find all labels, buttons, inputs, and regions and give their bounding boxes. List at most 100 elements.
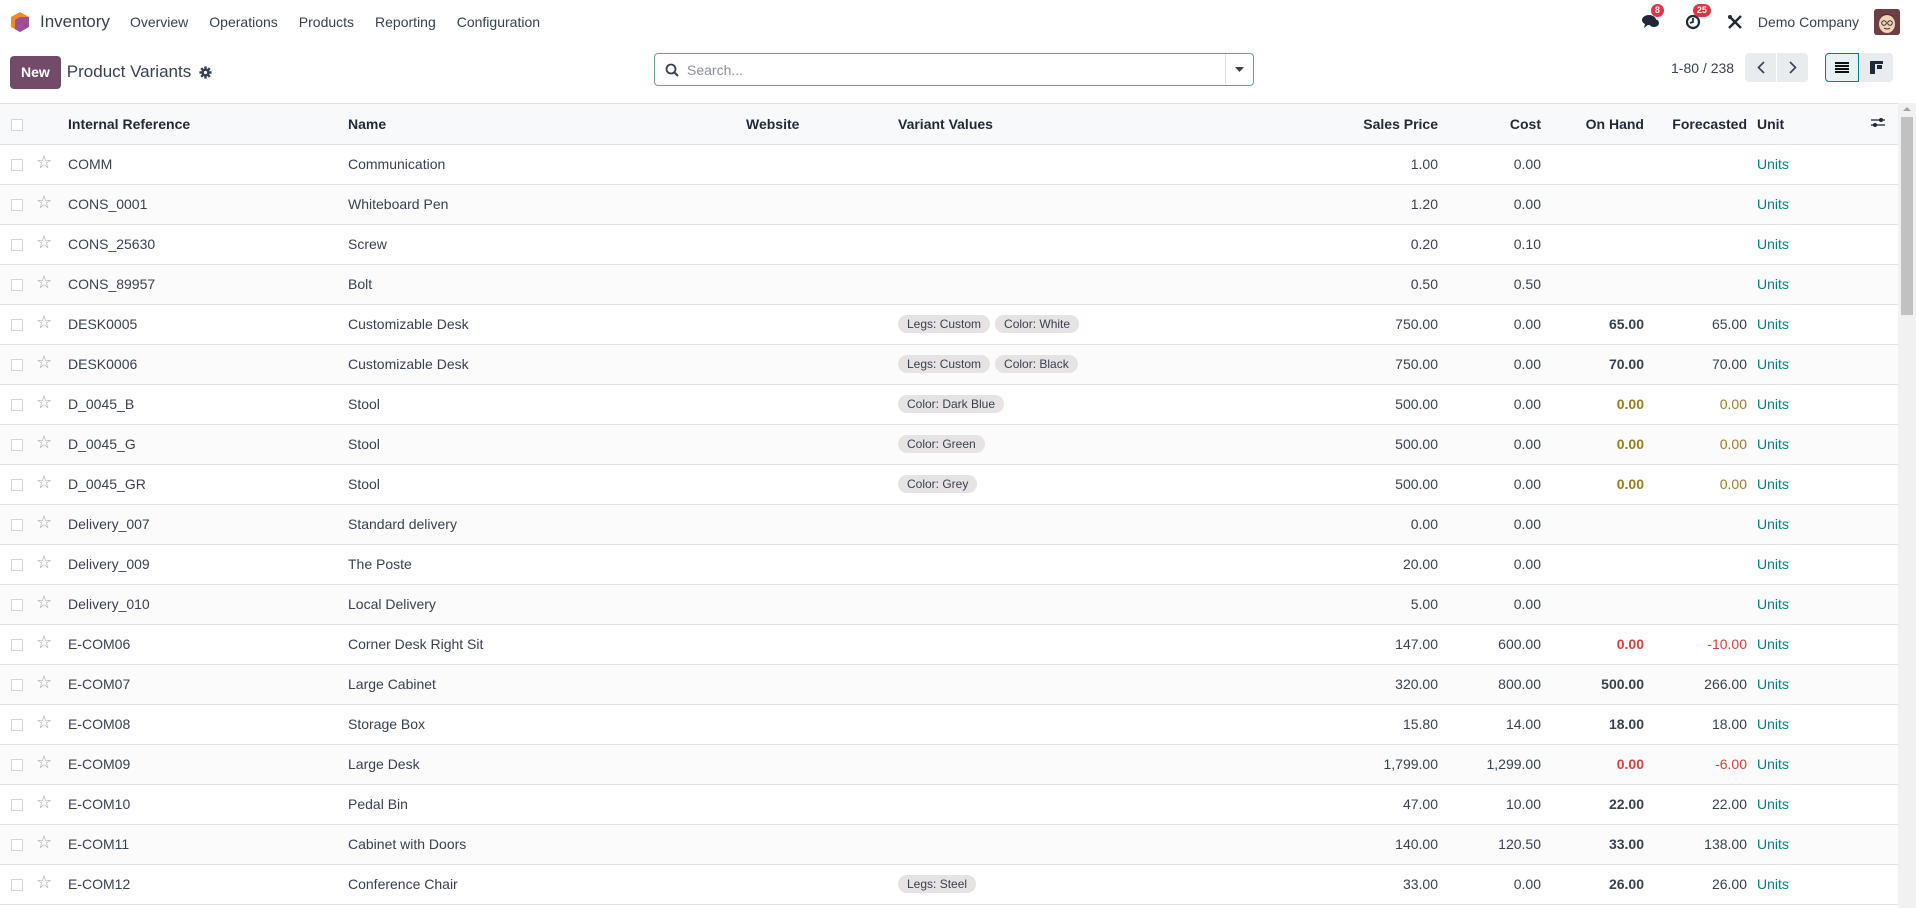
cell-unit-link[interactable]: Units	[1757, 316, 1789, 332]
favorite-star-icon[interactable]: ☆	[36, 152, 52, 173]
optional-columns-toggle[interactable]	[1871, 116, 1885, 129]
table-row[interactable]: ☆ CONS_25630 Screw 0.20 0.10 Units	[0, 224, 1898, 265]
row-checkbox[interactable]	[11, 639, 23, 652]
column-header-internal-reference[interactable]: Internal Reference	[68, 104, 348, 145]
vertical-scrollbar[interactable]	[1898, 103, 1916, 908]
favorite-star-icon[interactable]: ☆	[36, 632, 52, 653]
cell-unit-link[interactable]: Units	[1757, 756, 1789, 772]
search-options-toggle[interactable]	[1225, 54, 1253, 85]
menu-operations[interactable]: Operations	[209, 14, 277, 30]
favorite-star-icon[interactable]: ☆	[36, 672, 52, 693]
row-checkbox[interactable]	[11, 399, 23, 412]
column-header-cost[interactable]: Cost	[1438, 104, 1541, 145]
kanban-view-button[interactable]	[1859, 53, 1893, 82]
column-header-name[interactable]: Name	[348, 104, 746, 145]
new-button[interactable]: New	[10, 55, 61, 89]
row-checkbox[interactable]	[11, 799, 23, 812]
table-row[interactable]: ☆ COMM Communication 1.00 0.00 Units	[0, 144, 1898, 185]
table-row[interactable]: ☆ E-COM10 Pedal Bin 47.00 10.00 22.00 22…	[0, 784, 1898, 825]
favorite-star-icon[interactable]: ☆	[36, 872, 52, 893]
row-checkbox[interactable]	[11, 239, 23, 252]
favorite-star-icon[interactable]: ☆	[36, 752, 52, 773]
table-row[interactable]: ☆ D_0045_B Stool Color: Dark Blue 500.00…	[0, 384, 1898, 425]
table-row[interactable]: ☆ CONS_89957 Bolt 0.50 0.50 Units	[0, 264, 1898, 305]
table-row[interactable]: ☆ Delivery_007 Standard delivery 0.00 0.…	[0, 504, 1898, 545]
favorite-star-icon[interactable]: ☆	[36, 352, 52, 373]
column-header-sales-price[interactable]: Sales Price	[1212, 104, 1438, 145]
table-row[interactable]: ☆ DESK0006 Customizable Desk Legs: Custo…	[0, 344, 1898, 385]
cell-unit-link[interactable]: Units	[1757, 156, 1789, 172]
user-avatar[interactable]	[1874, 9, 1900, 35]
favorite-star-icon[interactable]: ☆	[36, 792, 52, 813]
company-switcher[interactable]: Demo Company	[1758, 14, 1859, 30]
row-checkbox[interactable]	[11, 599, 23, 612]
row-checkbox[interactable]	[11, 199, 23, 212]
row-checkbox[interactable]	[11, 439, 23, 452]
favorite-star-icon[interactable]: ☆	[36, 512, 52, 533]
favorite-star-icon[interactable]: ☆	[36, 712, 52, 733]
row-checkbox[interactable]	[11, 359, 23, 372]
column-header-website[interactable]: Website	[746, 104, 898, 145]
pager-previous-button[interactable]	[1745, 53, 1776, 82]
menu-configuration[interactable]: Configuration	[457, 14, 540, 30]
cell-unit-link[interactable]: Units	[1757, 236, 1789, 252]
table-row[interactable]: ☆ Delivery_009 The Poste 20.00 0.00 Unit…	[0, 544, 1898, 585]
row-checkbox[interactable]	[11, 839, 23, 852]
table-row[interactable]: ☆ CONS_0001 Whiteboard Pen 1.20 0.00 Uni…	[0, 184, 1898, 225]
row-checkbox[interactable]	[11, 279, 23, 292]
row-checkbox[interactable]	[11, 159, 23, 172]
cell-unit-link[interactable]: Units	[1757, 396, 1789, 412]
table-row[interactable]: ☆ E-COM07 Large Cabinet 320.00 800.00 50…	[0, 664, 1898, 705]
scroll-up-arrow-icon[interactable]	[1903, 107, 1911, 111]
cell-unit-link[interactable]: Units	[1757, 356, 1789, 372]
favorite-star-icon[interactable]: ☆	[36, 832, 52, 853]
cell-unit-link[interactable]: Units	[1757, 276, 1789, 292]
pager-next-button[interactable]	[1777, 53, 1808, 82]
pager-value[interactable]: 1-80 / 238	[1671, 53, 1734, 82]
cell-unit-link[interactable]: Units	[1757, 636, 1789, 652]
table-row[interactable]: ☆ D_0045_G Stool Color: Green 500.00 0.0…	[0, 424, 1898, 465]
column-header-variant-values[interactable]: Variant Values	[898, 104, 1212, 145]
menu-products[interactable]: Products	[299, 14, 354, 30]
cell-unit-link[interactable]: Units	[1757, 676, 1789, 692]
debug-tools-button[interactable]	[1724, 11, 1746, 33]
menu-reporting[interactable]: Reporting	[375, 14, 436, 30]
actions-gear-button[interactable]	[199, 65, 212, 79]
favorite-star-icon[interactable]: ☆	[36, 592, 52, 613]
cell-unit-link[interactable]: Units	[1757, 556, 1789, 572]
column-header-forecasted[interactable]: Forecasted	[1644, 104, 1747, 145]
table-row[interactable]: ☆ E-COM08 Storage Box 15.80 14.00 18.00 …	[0, 704, 1898, 745]
table-row[interactable]: ☆ Delivery_010 Local Delivery 5.00 0.00 …	[0, 584, 1898, 625]
row-checkbox[interactable]	[11, 519, 23, 532]
favorite-star-icon[interactable]: ☆	[36, 272, 52, 293]
search-input[interactable]	[687, 61, 1225, 78]
scrollbar-thumb[interactable]	[1901, 117, 1913, 315]
favorite-star-icon[interactable]: ☆	[36, 232, 52, 253]
cell-unit-link[interactable]: Units	[1757, 876, 1789, 892]
table-row[interactable]: ☆ D_0045_GR Stool Color: Grey 500.00 0.0…	[0, 464, 1898, 505]
messages-button[interactable]: 8	[1640, 4, 1664, 33]
column-header-unit[interactable]: Unit	[1757, 116, 1784, 132]
cell-unit-link[interactable]: Units	[1757, 716, 1789, 732]
row-checkbox[interactable]	[11, 879, 23, 892]
app-name[interactable]: Inventory	[40, 12, 110, 32]
select-all-checkbox[interactable]	[11, 119, 23, 132]
cell-unit-link[interactable]: Units	[1757, 516, 1789, 532]
cell-unit-link[interactable]: Units	[1757, 836, 1789, 852]
cell-unit-link[interactable]: Units	[1757, 796, 1789, 812]
favorite-star-icon[interactable]: ☆	[36, 552, 52, 573]
row-checkbox[interactable]	[11, 679, 23, 692]
row-checkbox[interactable]	[11, 759, 23, 772]
favorite-star-icon[interactable]: ☆	[36, 432, 52, 453]
row-checkbox[interactable]	[11, 559, 23, 572]
list-view-button[interactable]	[1825, 53, 1859, 82]
favorite-star-icon[interactable]: ☆	[36, 192, 52, 213]
favorite-star-icon[interactable]: ☆	[36, 472, 52, 493]
table-row[interactable]: ☆ E-COM12 Conference Chair Legs: Steel 3…	[0, 864, 1898, 905]
row-checkbox[interactable]	[11, 479, 23, 492]
cell-unit-link[interactable]: Units	[1757, 596, 1789, 612]
favorite-star-icon[interactable]: ☆	[36, 312, 52, 333]
menu-overview[interactable]: Overview	[130, 14, 188, 30]
row-checkbox[interactable]	[11, 319, 23, 332]
table-row[interactable]: ☆ E-COM06 Corner Desk Right Sit 147.00 6…	[0, 624, 1898, 665]
